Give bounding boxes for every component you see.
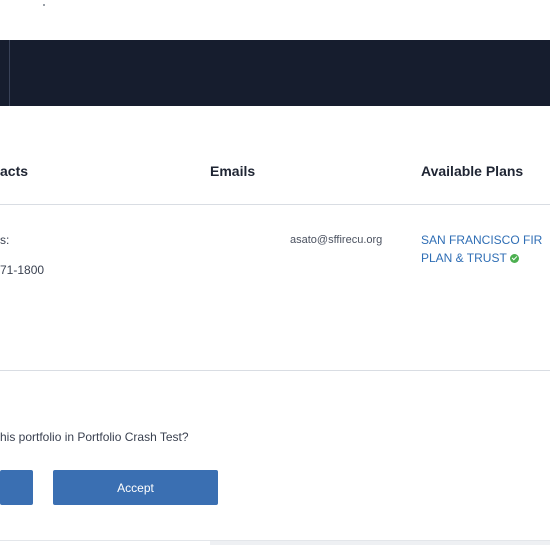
contact-email[interactable]: asato@sffirecu.org (290, 234, 382, 246)
header-divider (0, 204, 550, 205)
contact-label: s: (0, 233, 10, 247)
top-strip (0, 0, 550, 40)
top-navbar (0, 40, 550, 106)
top-marker (43, 4, 45, 6)
plan-link-line1[interactable]: SAN FRANCISCO FIR (421, 233, 542, 247)
confirm-question: his portfolio in Portfolio Crash Test? (0, 430, 189, 444)
column-header-plans: Available Plans (421, 163, 524, 179)
check-circle-icon (509, 254, 519, 264)
plan-link-line2[interactable]: PLAN & TRUST (421, 251, 519, 265)
accept-button[interactable]: Accept (53, 470, 218, 505)
navbar-divider (9, 40, 10, 106)
bottom-shadow (210, 541, 550, 545)
column-header-emails: Emails (210, 163, 256, 179)
contact-phone: 71-1800 (0, 263, 45, 277)
cancel-button[interactable] (0, 470, 33, 505)
row-divider (0, 370, 550, 371)
column-header-contacts: acts (0, 163, 29, 179)
plan-link-label[interactable]: PLAN & TRUST (421, 251, 507, 265)
